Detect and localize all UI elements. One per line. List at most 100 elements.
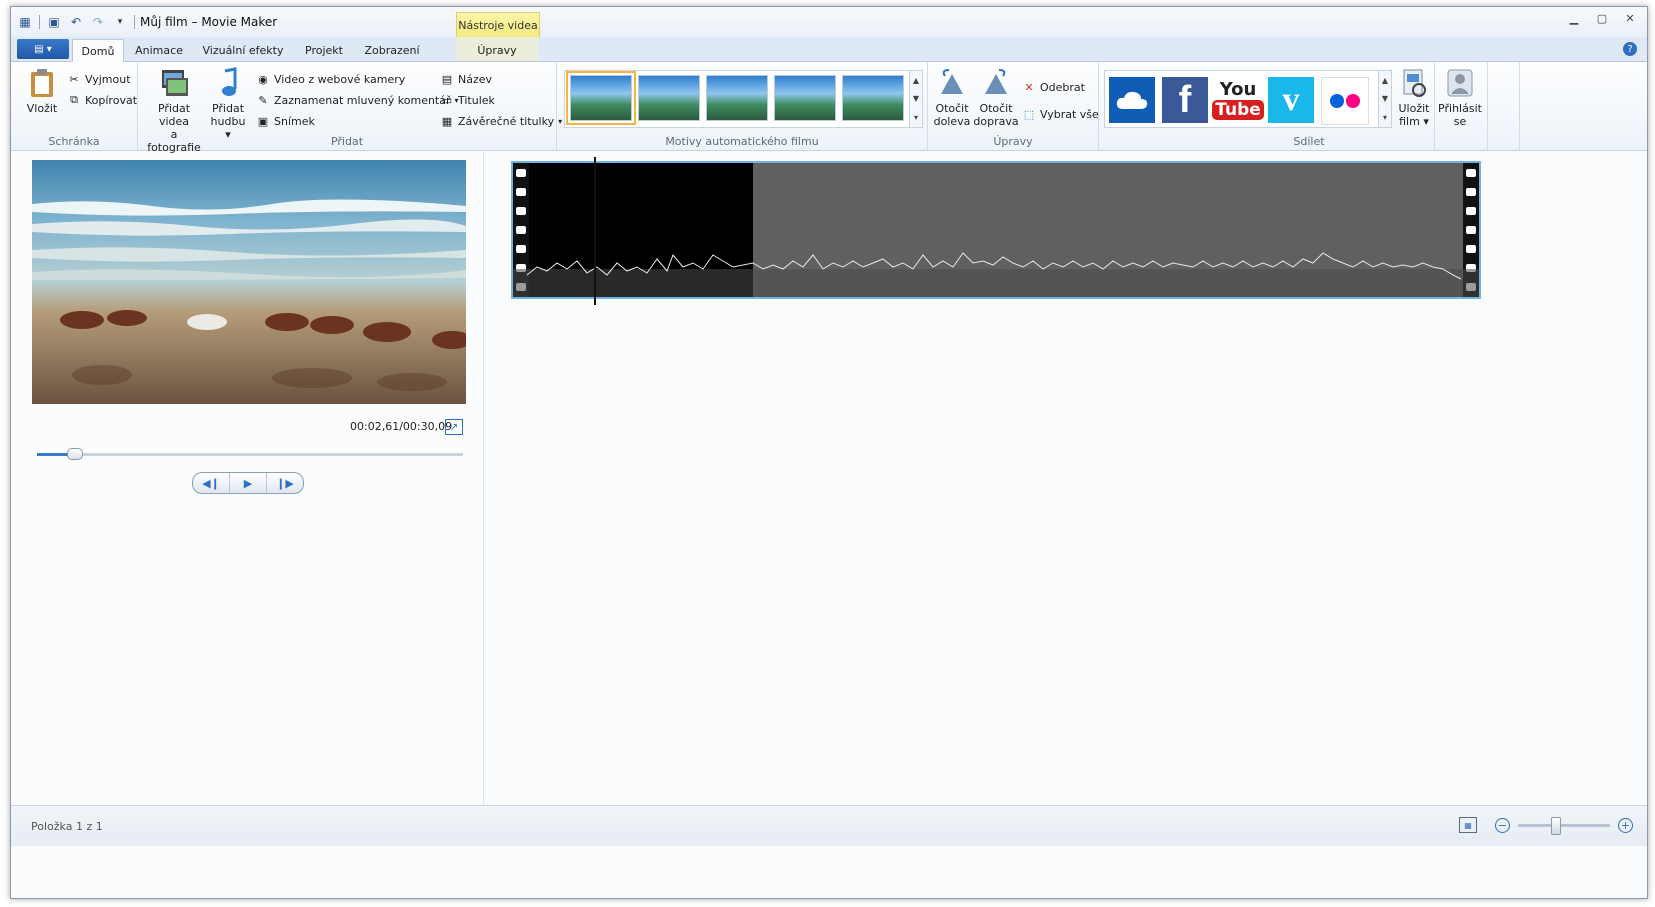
flickr-icon[interactable] — [1321, 77, 1369, 125]
add-videos-label-1: Přidat videa — [157, 102, 191, 128]
file-menu-button[interactable]: ▤ ▾ — [17, 39, 69, 59]
gallery-more-icon[interactable]: ▾ — [914, 113, 918, 122]
rotate-right-button[interactable]: Otočit doprava — [973, 66, 1019, 128]
customize-qat-icon[interactable]: ▾ — [112, 14, 128, 30]
caption-button[interactable]: ▭ Titulek — [440, 93, 495, 107]
group-label-edit: Úpravy — [993, 135, 1033, 148]
title-icon: ▤ — [441, 72, 453, 86]
tab-view[interactable]: Zobrazení — [359, 39, 425, 61]
theme-thumbnail[interactable] — [638, 75, 700, 121]
rotate-right-label-2: doprava — [973, 115, 1019, 128]
zoom-in-icon[interactable]: + — [1618, 818, 1633, 833]
group-edit: Otočit doleva Otočit doprava ✕ Odebrat ⬚… — [928, 62, 1099, 150]
storyboard-clip[interactable] — [511, 161, 1481, 299]
webcam-video-button[interactable]: ◉ Video z webové kamery — [256, 72, 405, 86]
seek-handle[interactable] — [67, 448, 84, 460]
undo-icon[interactable]: ↶ — [68, 14, 84, 30]
vimeo-icon[interactable]: v — [1268, 77, 1314, 123]
paste-label: Vložit — [26, 102, 58, 115]
onedrive-icon[interactable] — [1109, 77, 1155, 123]
tab-edit[interactable]: Úpravy — [456, 39, 538, 61]
group-clipboard: Vložit ✂ Vyjmout ⧉ Kopírovat Schránka — [11, 62, 138, 150]
credits-label: Závěrečné titulky — [458, 114, 555, 128]
tab-home[interactable]: Domů — [72, 39, 124, 63]
clip-filmstrip — [513, 163, 1479, 297]
cut-button[interactable]: ✂ Vyjmout — [67, 72, 131, 86]
zoom-handle[interactable] — [1550, 817, 1561, 835]
title-button[interactable]: ▤ Název — [440, 72, 492, 86]
tab-project[interactable]: Projekt — [299, 39, 349, 61]
tab-animations[interactable]: Animace — [131, 39, 187, 61]
snapshot-label: Snímek — [274, 114, 315, 128]
ribbon-tabs: ▤ ▾ Domů Animace Vizuální efekty Projekt… — [11, 37, 1647, 63]
tab-visual-effects[interactable]: Vizuální efekty — [197, 39, 289, 61]
chevron-down-icon[interactable]: ▼ — [913, 94, 919, 103]
paste-icon — [26, 66, 58, 100]
add-music-button[interactable]: Přidat hudbu ▾ — [208, 66, 248, 141]
seek-slider[interactable] — [37, 448, 463, 460]
snapshot-button[interactable]: ▣ Snímek — [256, 114, 315, 128]
qat-separator — [39, 15, 40, 29]
maximize-icon[interactable]: ▢ — [1589, 9, 1615, 27]
webcam-icon: ◉ — [258, 72, 268, 86]
save-icon[interactable]: ▣ — [46, 14, 62, 30]
scissors-icon: ✂ — [69, 72, 79, 86]
record-narration-button[interactable]: ✎ Zaznamenat mluvený komentář ▾ — [256, 93, 458, 107]
copy-button[interactable]: ⧉ Kopírovat — [67, 93, 137, 107]
webcam-label: Video z webové kamery — [274, 72, 406, 86]
minimize-icon[interactable]: ▁ — [1561, 9, 1587, 27]
redo-icon[interactable]: ↷ — [90, 14, 106, 30]
next-frame-icon[interactable]: ❙▶ — [267, 473, 303, 493]
chevron-down-icon[interactable]: ▼ — [1382, 94, 1388, 103]
quick-access-toolbar: ▦ ▣ ↶ ↷ ▾ — [17, 13, 135, 31]
group-label-themes: Motivy automatického filmu — [665, 135, 819, 148]
theme-thumbnail[interactable] — [774, 75, 836, 121]
pane-splitter[interactable] — [483, 150, 484, 805]
add-music-label-1: Přidat — [211, 102, 245, 115]
video-preview[interactable] — [32, 160, 466, 404]
zoom-out-icon[interactable]: − — [1495, 818, 1510, 833]
youtube-top-text: You — [1219, 79, 1257, 100]
select-all-label: Vybrat vše — [1040, 107, 1099, 121]
close-icon[interactable]: ✕ — [1617, 9, 1643, 27]
snapshot-icon: ▣ — [257, 114, 269, 128]
sign-in-button[interactable]: Přihlásit se — [1437, 66, 1483, 128]
cut-label: Vyjmout — [85, 72, 131, 86]
caption-label: Titulek — [458, 93, 495, 107]
play-icon[interactable]: ▶ — [230, 473, 267, 493]
theme-thumbnail[interactable] — [706, 75, 768, 121]
previous-frame-icon[interactable]: ◀❙ — [193, 473, 230, 493]
themes-gallery — [564, 70, 911, 128]
themes-gallery-scroll[interactable]: ▲ ▼ ▾ — [909, 70, 923, 128]
thumbnail-size-icon[interactable]: ▦ — [1459, 817, 1477, 833]
add-video-photo-icon — [158, 66, 190, 100]
rotate-left-button[interactable]: Otočit doleva — [932, 66, 972, 128]
facebook-icon[interactable]: f — [1162, 77, 1208, 123]
remove-button[interactable]: ✕ Odebrat — [1022, 80, 1085, 94]
gallery-more-icon[interactable]: ▾ — [1383, 113, 1387, 122]
ribbon: Vložit ✂ Vyjmout ⧉ Kopírovat Schránka Př… — [11, 62, 1647, 154]
copy-label: Kopírovat — [85, 93, 138, 107]
fullscreen-icon[interactable]: ↗ — [445, 419, 463, 435]
delete-x-icon: ✕ — [1024, 80, 1034, 94]
rotate-left-icon — [936, 66, 968, 100]
paste-button[interactable]: Vložit — [21, 66, 63, 115]
credits-button[interactable]: ▦ Závěrečné titulky ▾ — [440, 114, 562, 128]
theme-thumbnail[interactable] — [842, 75, 904, 121]
film-app-icon[interactable]: ▦ — [17, 14, 33, 30]
share-gallery-scroll[interactable]: ▲ ▼ ▾ — [1378, 70, 1392, 128]
theme-thumbnail[interactable] — [566, 71, 636, 125]
save-movie-button[interactable]: Uložit film ▾ — [1392, 66, 1436, 128]
sign-in-label-2: se — [1453, 115, 1467, 128]
chevron-up-icon[interactable]: ▲ — [1382, 76, 1388, 85]
playhead-line[interactable] — [594, 157, 596, 305]
select-all-button[interactable]: ⬚ Vybrat vše — [1022, 107, 1099, 121]
user-icon — [1444, 66, 1476, 100]
help-icon[interactable]: ? — [1623, 42, 1637, 56]
zoom-slider[interactable] — [1518, 817, 1610, 835]
rotate-right-label-1: Otočit — [979, 102, 1013, 115]
youtube-icon[interactable]: You Tube — [1212, 77, 1264, 123]
save-movie-label-1: Uložit — [1398, 102, 1430, 115]
chevron-up-icon[interactable]: ▲ — [913, 76, 919, 85]
qat-separator — [134, 15, 135, 29]
